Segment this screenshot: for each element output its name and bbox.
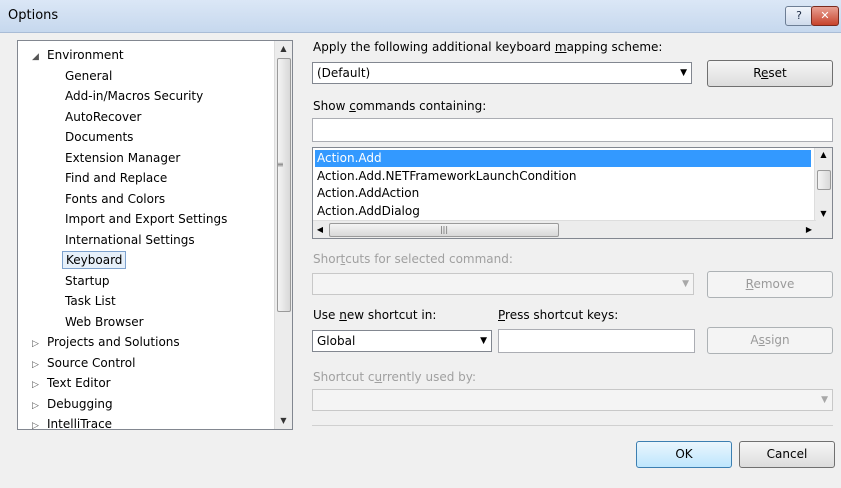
chevron-down-icon: ▼ [480,336,487,346]
options-tree[interactable]: ▲ ≡ ▼ ◢ Environment General Add-in/Macros S… [17,40,293,430]
tree-item[interactable]: ▷ Debugging [32,394,116,414]
tree-item-label: Import and Export Settings [65,212,228,226]
remove-button[interactable]: Remove [707,271,833,298]
list-hscroll-thumb[interactable]: ||| [329,223,559,237]
tree-item-label: Environment [47,48,124,62]
list-scroll-thumb[interactable] [817,170,831,190]
tree-item-label: Source Control [47,355,136,370]
reset-button[interactable]: Reset [707,60,833,87]
tree-item[interactable]: Documents [62,127,136,147]
tree-item[interactable]: ◢ Environment [32,45,127,65]
shortcut-scope-select[interactable]: Global ▼ [312,330,492,352]
command-filter-input[interactable] [312,118,833,142]
list-horizontal-scrollbar[interactable]: ◀ ||| ▶ [313,220,816,238]
scroll-up-icon[interactable]: ▲ [815,148,832,162]
tree-item-label: Projects and Solutions [47,335,180,349]
tree-item[interactable]: Task List [62,291,119,311]
command-list-item[interactable]: Action.Add.NETFrameworkLaunchCondition [315,168,811,185]
chevron-down-icon: ▼ [821,395,828,405]
list-vertical-scrollbar[interactable]: ▲ ▼ [814,148,832,221]
use-new-shortcut-label: Use new shortcut in: [313,308,437,322]
collapsed-arrow-icon[interactable]: ▷ [32,355,44,375]
tree-item-label: Debugging [47,396,113,411]
tree-item-label: Task List [65,294,116,308]
tree-item-label: AutoRecover [65,109,142,124]
scroll-corner [815,221,832,238]
dialog-body: ▲ ≡ ▼ ◢ Environment General Add-in/Macros S… [0,33,841,488]
tree-item-label: IntelliTrace [47,417,113,430]
tree-item-label: Extension Manager [65,150,181,165]
scroll-down-icon[interactable]: ▼ [815,207,832,221]
tree-item-label: Keyboard [62,251,127,269]
collapsed-arrow-icon[interactable]: ▷ [32,375,44,395]
command-list-item[interactable]: Action.AddDialog [315,203,811,220]
collapsed-arrow-icon[interactable]: ▷ [32,416,44,429]
shortcut-scope-value: Global [317,334,356,348]
tree-scroll-thumb[interactable] [277,58,291,312]
mapping-scheme-value: (Default) [317,66,371,80]
tree-item[interactable]: Keyboard [62,250,127,270]
tree-item[interactable]: Web Browser [62,312,147,332]
shortcuts-select[interactable]: ▼ [312,273,694,295]
help-button[interactable]: ? [785,6,813,26]
chevron-down-icon: ▼ [682,279,689,289]
ok-button[interactable]: OK [636,441,732,468]
show-commands-label: Show commands containing: [313,99,487,113]
tree-item[interactable]: International Settings [62,230,198,250]
tree-item[interactable]: General [62,66,115,86]
tree-item[interactable]: Add-in/Macros Security [62,86,206,106]
tree-item[interactable]: ▷ IntelliTrace [32,414,115,430]
command-list-item[interactable]: Action.Add [315,150,811,167]
close-button[interactable]: ✕ [811,6,839,26]
divider [312,425,833,426]
scroll-up-icon[interactable]: ▲ [275,41,292,57]
tree-item[interactable]: Startup [62,271,113,291]
tree-item[interactable]: Find and Replace [62,168,170,188]
mapping-scheme-select[interactable]: (Default) ▼ [312,62,692,84]
press-shortcut-label: Press shortcut keys: [498,308,619,322]
tree-item-label: International Settings [65,232,195,247]
tree-item[interactable]: ▷ Projects and Solutions [32,332,183,352]
scroll-left-icon[interactable]: ◀ [313,221,327,238]
tree-item[interactable]: Fonts and Colors [62,189,168,209]
tree-item-label: Web Browser [65,314,144,329]
tree-item[interactable]: Extension Manager [62,148,183,168]
tree-item[interactable]: ▷ Source Control [32,353,138,373]
scroll-right-icon[interactable]: ▶ [802,221,816,238]
tree-item-label: Fonts and Colors [65,191,166,206]
tree-item-label: Add-in/Macros Security [65,89,204,103]
assign-button[interactable]: Assign [707,327,833,354]
commands-list[interactable]: ▲ ▼ ◀ ||| ▶ Action.Add Action.Add.NETFram… [312,147,833,239]
expanded-arrow-icon[interactable]: ◢ [32,47,44,67]
command-list-item[interactable]: Action.AddAction [315,185,811,202]
tree-item[interactable]: AutoRecover [62,107,144,127]
mapping-scheme-label: Apply the following additional keyboard … [313,40,663,54]
scroll-down-icon[interactable]: ▼ [275,413,292,429]
tree-item-label: Text Editor [47,376,111,390]
tree-vertical-scrollbar[interactable]: ▲ ≡ ▼ [274,41,292,429]
cancel-button[interactable]: Cancel [739,441,835,468]
tree-item-label: General [65,68,113,83]
used-by-label: Shortcut currently used by: [313,370,477,384]
tree-item[interactable]: Import and Export Settings [62,209,230,229]
title-bar: Options ? ✕ [0,0,841,33]
window-title: Options [8,8,59,23]
grip-icon: ≡ [277,160,284,169]
shortcut-keys-input[interactable] [498,329,695,353]
tree-item-label: Startup [65,273,110,288]
tree-item[interactable]: ▷ Text Editor [32,373,114,393]
collapsed-arrow-icon[interactable]: ▷ [32,396,44,416]
shortcuts-label: Shortcuts for selected command: [313,252,513,266]
chevron-down-icon: ▼ [680,68,687,78]
tree-item-label: Find and Replace [65,171,168,185]
collapsed-arrow-icon[interactable]: ▷ [32,334,44,354]
used-by-select[interactable]: ▼ [312,389,833,411]
tree-item-label: Documents [65,130,134,144]
